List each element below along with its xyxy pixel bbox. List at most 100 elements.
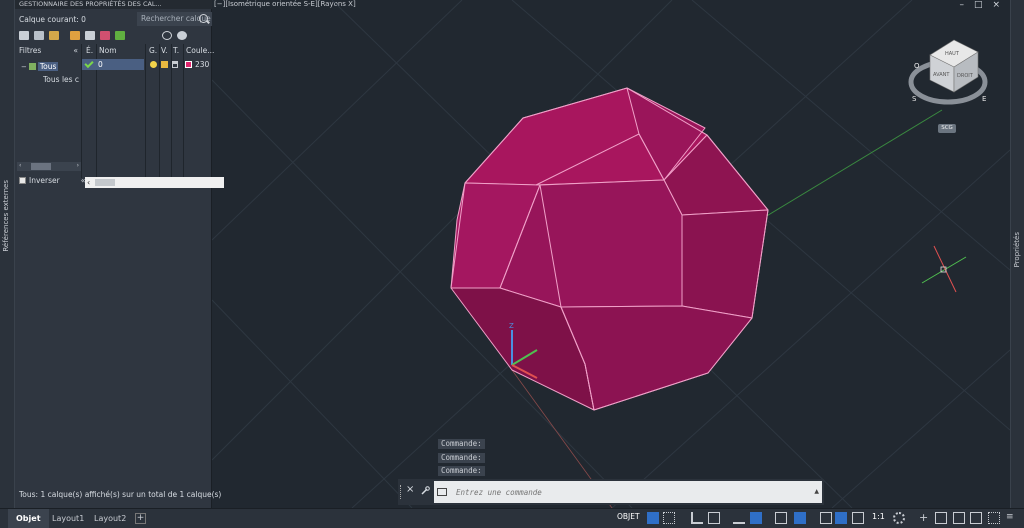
layer-grid: É. Nom G. V. T. Coule... 0 230 (81, 44, 214, 178)
add-layout-button[interactable]: + (135, 513, 146, 524)
column-plot[interactable]: T. (173, 44, 179, 58)
scroll-thumb[interactable] (31, 163, 51, 170)
snap-toggle-icon[interactable] (663, 512, 675, 524)
filter-tree-label-all: Tous (37, 62, 59, 71)
properties-label: Propriétés (1013, 232, 1021, 268)
command-input-container: ▲ (434, 481, 822, 503)
dynamic-ucs-icon[interactable] (794, 512, 806, 524)
layer-color-swatch[interactable] (185, 61, 192, 68)
annotation-scale-label[interactable]: 1:1 (872, 512, 885, 521)
tab-model[interactable]: Objet (8, 509, 49, 528)
filter-tree-item-all[interactable]: − Tous (21, 62, 59, 71)
settings-gear-icon[interactable] (177, 31, 187, 40)
compass-east-label: E (982, 95, 986, 103)
column-lock[interactable]: V. (161, 44, 168, 58)
isodraft-icon[interactable] (733, 512, 745, 524)
clean-screen-icon[interactable] (988, 512, 1000, 524)
ortho-toggle-icon[interactable] (691, 512, 703, 524)
layer-properties-palette: GESTIONNAIRE DES PROPRIÉTÉS DES CAL... C… (15, 0, 224, 508)
lineweight-icon[interactable] (820, 512, 832, 524)
new-layer-frozen-icon[interactable] (85, 31, 95, 40)
scroll-right-icon[interactable]: › (77, 162, 79, 169)
layer-color-value[interactable]: 230 (195, 59, 209, 70)
grid-scroll-thumb[interactable] (95, 179, 115, 186)
palette-actions (162, 31, 187, 41)
layer-toolbar (70, 31, 125, 41)
crosshair-cursor-icon (921, 245, 967, 293)
layer-grid-scrollbar[interactable]: ‹ (85, 177, 224, 188)
refresh-icon[interactable] (162, 31, 172, 40)
viewcube-top-label: HAUT (945, 51, 960, 57)
new-layer-icon[interactable] (70, 31, 80, 40)
filter-tree-label-used: Tous les calques utilisés (43, 75, 79, 84)
filter-toolbar (19, 31, 59, 41)
auto-scale-icon[interactable] (852, 512, 864, 524)
tab-layout2[interactable]: Layout2 (86, 509, 134, 528)
freeze-sun-icon[interactable] (150, 61, 157, 68)
annotation-visibility-icon[interactable] (835, 512, 847, 524)
compass-south-label: S (912, 95, 917, 103)
delete-layer-icon[interactable] (100, 31, 110, 40)
column-color[interactable]: Coule... (186, 44, 214, 58)
viewcube-front-label: AVANT (933, 72, 950, 78)
command-prompt-icon[interactable] (437, 488, 447, 496)
model-space-toggle[interactable]: OBJET (617, 512, 640, 521)
plus-icon[interactable]: + (919, 512, 931, 524)
invert-checkbox[interactable] (19, 177, 26, 184)
external-references-strip[interactable]: Références externes (0, 0, 15, 508)
filters-header: Filtres « (15, 44, 81, 58)
invert-filter[interactable]: Inverser « (19, 176, 85, 185)
filter-tree-scrollbar[interactable]: ‹ › (17, 162, 81, 171)
customize-wrench-icon[interactable] (420, 486, 430, 496)
viewcube-right-label: DROIT (957, 73, 974, 79)
command-line: × ▲ (398, 479, 824, 505)
customization-menu-icon[interactable]: ≡ (1006, 512, 1016, 524)
plot-icon[interactable] (172, 61, 178, 68)
object-snap-tracking-icon[interactable] (750, 512, 762, 524)
command-input[interactable] (456, 485, 796, 499)
filter-icon (28, 63, 36, 70)
filters-label: Filtres (19, 46, 42, 55)
hardware-acceleration-icon[interactable] (970, 512, 982, 524)
set-current-icon[interactable] (115, 31, 125, 40)
command-history-line: Commande: (438, 439, 485, 449)
lock-icon[interactable] (161, 61, 168, 68)
layer-name[interactable]: 0 (98, 59, 103, 70)
layer-states-icon[interactable] (49, 31, 59, 40)
current-layer-label: Calque courant: 0 (19, 15, 86, 24)
ucs-menu-button[interactable]: SCG (938, 124, 956, 133)
collapse-filters-icon[interactable]: « (73, 44, 78, 58)
svg-text:Z: Z (509, 322, 514, 330)
column-status[interactable]: É. (86, 44, 93, 58)
grid-toggle-icon[interactable] (647, 512, 659, 524)
column-name[interactable]: Nom (99, 44, 117, 58)
command-history-line: Commande: (438, 466, 485, 476)
filter-tree: − Tous Tous les calques utilisés (15, 58, 81, 158)
command-history-line: Commande: (438, 453, 485, 463)
units-icon[interactable] (935, 512, 947, 524)
isolate-objects-icon[interactable] (953, 512, 965, 524)
command-close-icon[interactable]: × (406, 484, 414, 495)
viewcube[interactable]: HAUT AVANT DROIT O S E (908, 39, 988, 105)
column-freeze[interactable]: G. (149, 44, 157, 58)
layer-status-text: Tous: 1 calque(s) affiché(s) sur un tota… (19, 490, 222, 499)
command-grip-handle[interactable] (400, 485, 402, 499)
tree-expand-icon[interactable]: − (21, 63, 27, 71)
palette-title: GESTIONNAIRE DES PROPRIÉTÉS DES CAL... (15, 0, 212, 9)
compass-west-label: O (914, 62, 920, 70)
grid-scroll-left-icon[interactable]: ‹ (87, 177, 90, 188)
properties-strip[interactable]: Propriétés (1010, 0, 1024, 508)
new-group-filter-icon[interactable] (34, 31, 44, 40)
status-bar: Objet Layout1 Layout2 + OBJET 1:1 + ≡ (0, 508, 1024, 528)
new-filter-icon[interactable] (19, 31, 29, 40)
dodecahedron-solid[interactable] (450, 87, 769, 411)
scroll-left-icon[interactable]: ‹ (19, 162, 21, 169)
filter-tree-item-used[interactable]: Tous les calques utilisés (43, 75, 79, 84)
workspace-gear-icon[interactable] (893, 512, 905, 524)
layer-row[interactable]: 0 230 (82, 58, 213, 70)
command-history-up-icon[interactable]: ▲ (814, 488, 819, 495)
drawing-viewport[interactable]: Z HAUT AVANT DROIT O S E (212, 0, 1010, 508)
object-snap-icon[interactable] (775, 512, 787, 524)
search-icon[interactable] (199, 14, 208, 23)
polar-tracking-icon[interactable] (708, 512, 720, 524)
